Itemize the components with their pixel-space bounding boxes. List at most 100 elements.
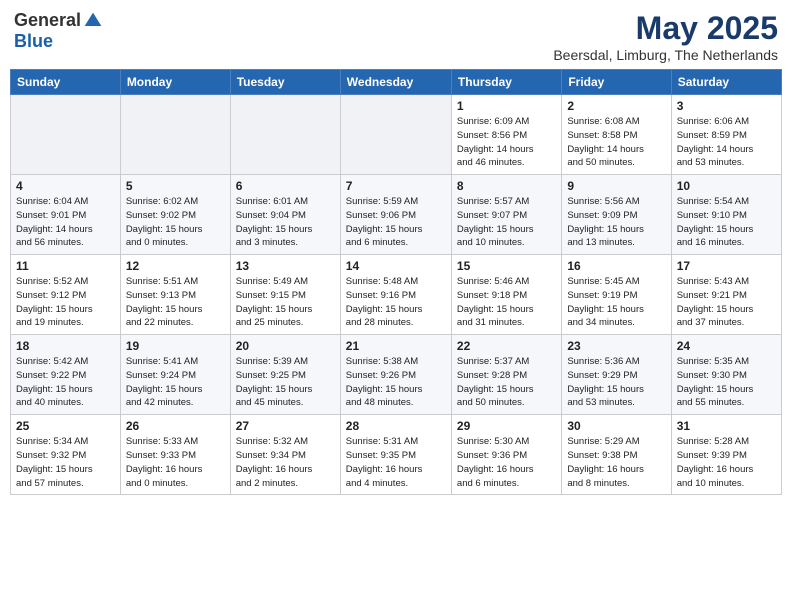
calendar-day-cell: 22 Sunrise: 5:37 AMSunset: 9:28 PMDayligh… xyxy=(451,335,561,415)
calendar-day-cell: 26 Sunrise: 5:33 AMSunset: 9:33 PMDayligh… xyxy=(120,415,230,495)
calendar-day-cell: 13 Sunrise: 5:49 AMSunset: 9:15 PMDayligh… xyxy=(230,255,340,335)
day-info-text: Sunrise: 5:32 AMSunset: 9:34 PMDaylight:… xyxy=(236,435,335,490)
calendar-week-row: 4 Sunrise: 6:04 AMSunset: 9:01 PMDaylight… xyxy=(11,175,782,255)
calendar-day-cell: 31 Sunrise: 5:28 AMSunset: 9:39 PMDayligh… xyxy=(671,415,781,495)
day-of-week-header: Sunday xyxy=(11,70,121,95)
calendar-day-cell: 25 Sunrise: 5:34 AMSunset: 9:32 PMDayligh… xyxy=(11,415,121,495)
day-info-text: Sunrise: 5:43 AMSunset: 9:21 PMDaylight:… xyxy=(677,275,776,330)
calendar-day-cell: 30 Sunrise: 5:29 AMSunset: 9:38 PMDayligh… xyxy=(562,415,671,495)
day-info-text: Sunrise: 5:57 AMSunset: 9:07 PMDaylight:… xyxy=(457,195,556,250)
day-number: 22 xyxy=(457,339,556,353)
day-number: 12 xyxy=(126,259,225,273)
day-number: 31 xyxy=(677,419,776,433)
logo-general-text: General xyxy=(14,10,81,31)
logo: General Blue xyxy=(14,10,103,52)
day-info-text: Sunrise: 5:28 AMSunset: 9:39 PMDaylight:… xyxy=(677,435,776,490)
day-number: 10 xyxy=(677,179,776,193)
calendar-week-row: 25 Sunrise: 5:34 AMSunset: 9:32 PMDayligh… xyxy=(11,415,782,495)
day-number: 15 xyxy=(457,259,556,273)
calendar-day-cell: 4 Sunrise: 6:04 AMSunset: 9:01 PMDaylight… xyxy=(11,175,121,255)
day-info-text: Sunrise: 5:49 AMSunset: 9:15 PMDaylight:… xyxy=(236,275,335,330)
day-info-text: Sunrise: 5:36 AMSunset: 9:29 PMDaylight:… xyxy=(567,355,665,410)
title-block: May 2025 Beersdal, Limburg, The Netherla… xyxy=(553,10,778,63)
day-info-text: Sunrise: 5:38 AMSunset: 9:26 PMDaylight:… xyxy=(346,355,446,410)
calendar-table: SundayMondayTuesdayWednesdayThursdayFrid… xyxy=(10,69,782,495)
day-info-text: Sunrise: 5:41 AMSunset: 9:24 PMDaylight:… xyxy=(126,355,225,410)
day-info-text: Sunrise: 5:46 AMSunset: 9:18 PMDaylight:… xyxy=(457,275,556,330)
calendar-day-cell: 16 Sunrise: 5:45 AMSunset: 9:19 PMDayligh… xyxy=(562,255,671,335)
calendar-day-cell: 21 Sunrise: 5:38 AMSunset: 9:26 PMDayligh… xyxy=(340,335,451,415)
day-number: 23 xyxy=(567,339,665,353)
day-info-text: Sunrise: 6:09 AMSunset: 8:56 PMDaylight:… xyxy=(457,115,556,170)
day-number: 26 xyxy=(126,419,225,433)
day-info-text: Sunrise: 5:56 AMSunset: 9:09 PMDaylight:… xyxy=(567,195,665,250)
logo-blue-text: Blue xyxy=(14,31,53,52)
calendar-day-cell xyxy=(230,95,340,175)
day-number: 17 xyxy=(677,259,776,273)
day-number: 30 xyxy=(567,419,665,433)
day-number: 9 xyxy=(567,179,665,193)
day-number: 6 xyxy=(236,179,335,193)
day-info-text: Sunrise: 6:08 AMSunset: 8:58 PMDaylight:… xyxy=(567,115,665,170)
day-number: 18 xyxy=(16,339,115,353)
day-number: 2 xyxy=(567,99,665,113)
day-info-text: Sunrise: 5:35 AMSunset: 9:30 PMDaylight:… xyxy=(677,355,776,410)
day-number: 11 xyxy=(16,259,115,273)
day-info-text: Sunrise: 5:45 AMSunset: 9:19 PMDaylight:… xyxy=(567,275,665,330)
day-of-week-header: Wednesday xyxy=(340,70,451,95)
calendar-day-cell: 8 Sunrise: 5:57 AMSunset: 9:07 PMDaylight… xyxy=(451,175,561,255)
day-number: 5 xyxy=(126,179,225,193)
day-number: 25 xyxy=(16,419,115,433)
day-info-text: Sunrise: 6:04 AMSunset: 9:01 PMDaylight:… xyxy=(16,195,115,250)
day-number: 16 xyxy=(567,259,665,273)
day-of-week-header: Saturday xyxy=(671,70,781,95)
day-number: 3 xyxy=(677,99,776,113)
day-of-week-header: Friday xyxy=(562,70,671,95)
calendar-day-cell xyxy=(340,95,451,175)
day-number: 19 xyxy=(126,339,225,353)
day-number: 13 xyxy=(236,259,335,273)
day-number: 29 xyxy=(457,419,556,433)
day-info-text: Sunrise: 6:02 AMSunset: 9:02 PMDaylight:… xyxy=(126,195,225,250)
calendar-week-row: 18Sunrise: 5:42 AMSunset: 9:22 PMDayligh… xyxy=(11,335,782,415)
day-number: 20 xyxy=(236,339,335,353)
calendar-day-cell: 6Sunrise: 6:01 AMSunset: 9:04 PMDaylight… xyxy=(230,175,340,255)
day-info-text: Sunrise: 5:33 AMSunset: 9:33 PMDaylight:… xyxy=(126,435,225,490)
day-of-week-header: Thursday xyxy=(451,70,561,95)
day-number: 21 xyxy=(346,339,446,353)
day-info-text: Sunrise: 5:29 AMSunset: 9:38 PMDaylight:… xyxy=(567,435,665,490)
day-number: 8 xyxy=(457,179,556,193)
day-of-week-header: Monday xyxy=(120,70,230,95)
location-text: Beersdal, Limburg, The Netherlands xyxy=(553,47,778,63)
calendar-day-cell: 11Sunrise: 5:52 AMSunset: 9:12 PMDayligh… xyxy=(11,255,121,335)
calendar-day-cell: 27Sunrise: 5:32 AMSunset: 9:34 PMDayligh… xyxy=(230,415,340,495)
day-number: 28 xyxy=(346,419,446,433)
calendar-week-row: 1Sunrise: 6:09 AMSunset: 8:56 PMDaylight… xyxy=(11,95,782,175)
calendar-day-cell: 29Sunrise: 5:30 AMSunset: 9:36 PMDayligh… xyxy=(451,415,561,495)
calendar-day-cell: 19 Sunrise: 5:41 AMSunset: 9:24 PMDayligh… xyxy=(120,335,230,415)
day-info-text: Sunrise: 5:37 AMSunset: 9:28 PMDaylight:… xyxy=(457,355,556,410)
calendar-day-cell: 17 Sunrise: 5:43 AMSunset: 9:21 PMDayligh… xyxy=(671,255,781,335)
day-info-text: Sunrise: 5:39 AMSunset: 9:25 PMDaylight:… xyxy=(236,355,335,410)
calendar-day-cell: 7Sunrise: 5:59 AMSunset: 9:06 PMDaylight… xyxy=(340,175,451,255)
calendar-day-cell xyxy=(120,95,230,175)
calendar-day-cell: 3 Sunrise: 6:06 AMSunset: 8:59 PMDaylight… xyxy=(671,95,781,175)
day-number: 14 xyxy=(346,259,446,273)
calendar-day-cell xyxy=(11,95,121,175)
calendar-day-cell: 10 Sunrise: 5:54 AMSunset: 9:10 PMDayligh… xyxy=(671,175,781,255)
day-number: 7 xyxy=(346,179,446,193)
days-of-week-row: SundayMondayTuesdayWednesdayThursdayFrid… xyxy=(11,70,782,95)
calendar-day-cell: 2 Sunrise: 6:08 AMSunset: 8:58 PMDaylight… xyxy=(562,95,671,175)
calendar-day-cell: 23 Sunrise: 5:36 AMSunset: 9:29 PMDayligh… xyxy=(562,335,671,415)
page-header: General Blue May 2025 Beersdal, Limburg,… xyxy=(10,10,782,63)
calendar-body: 1Sunrise: 6:09 AMSunset: 8:56 PMDaylight… xyxy=(11,95,782,495)
calendar-day-cell: 14Sunrise: 5:48 AMSunset: 9:16 PMDayligh… xyxy=(340,255,451,335)
calendar-day-cell: 9 Sunrise: 5:56 AMSunset: 9:09 PMDaylight… xyxy=(562,175,671,255)
day-number: 4 xyxy=(16,179,115,193)
day-info-text: Sunrise: 6:06 AMSunset: 8:59 PMDaylight:… xyxy=(677,115,776,170)
day-info-text: Sunrise: 5:34 AMSunset: 9:32 PMDaylight:… xyxy=(16,435,115,490)
day-info-text: Sunrise: 5:31 AMSunset: 9:35 PMDaylight:… xyxy=(346,435,446,490)
day-info-text: Sunrise: 5:54 AMSunset: 9:10 PMDaylight:… xyxy=(677,195,776,250)
calendar-header: SundayMondayTuesdayWednesdayThursdayFrid… xyxy=(11,70,782,95)
logo-icon xyxy=(83,11,103,31)
